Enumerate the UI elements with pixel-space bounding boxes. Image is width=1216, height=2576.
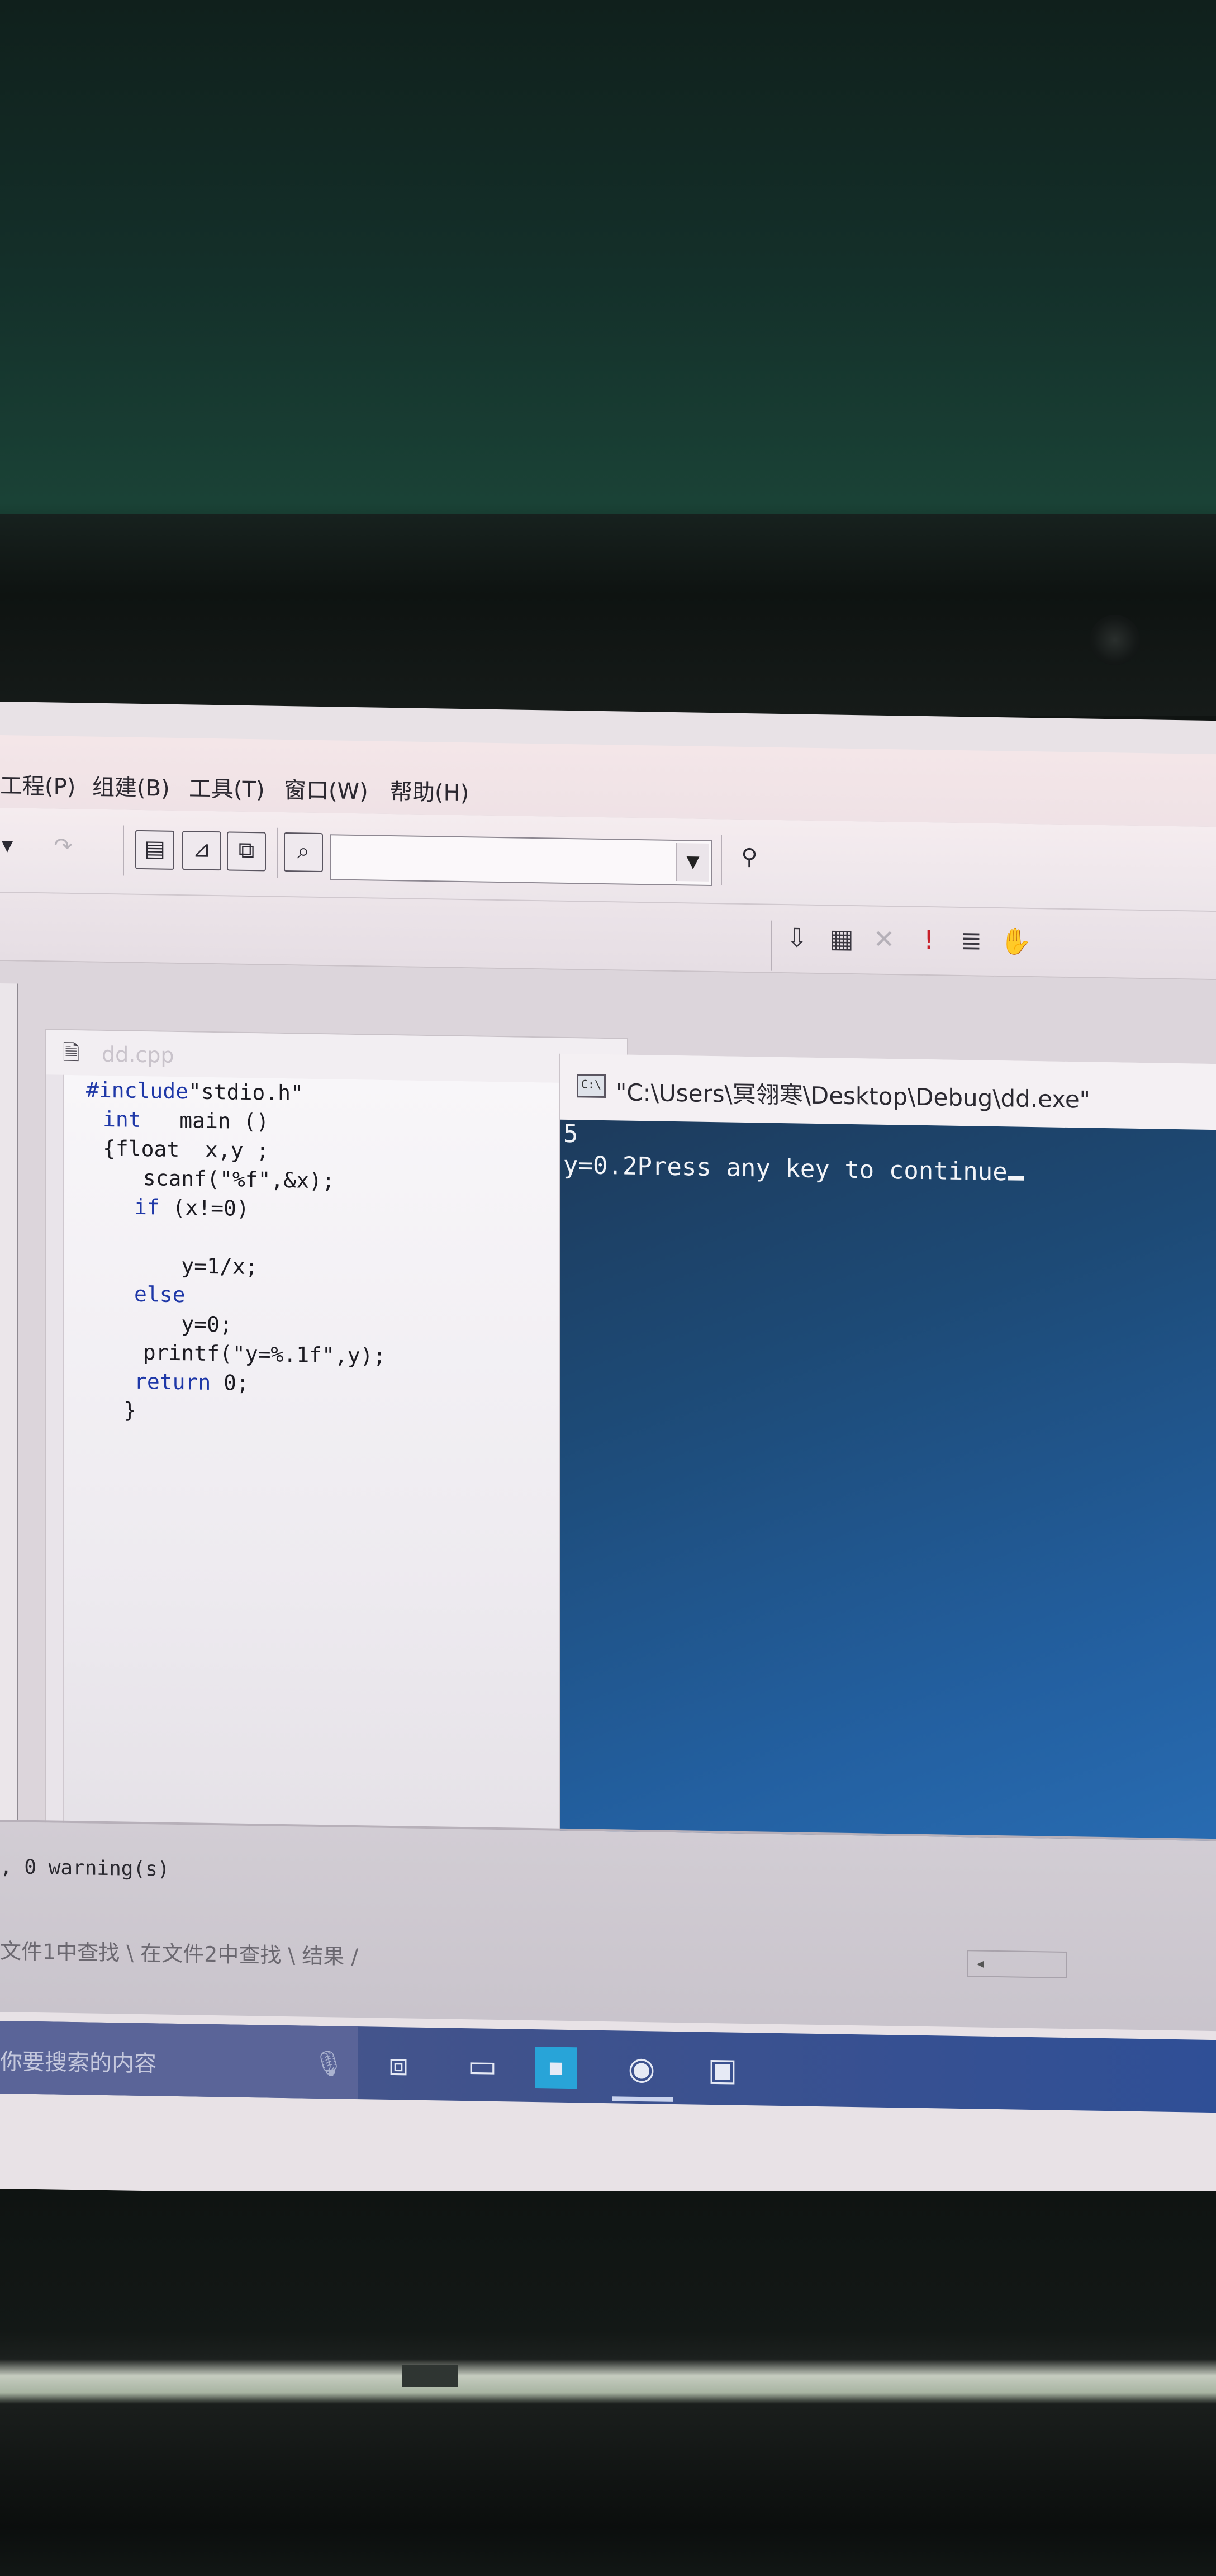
code-text: 0; xyxy=(211,1370,249,1396)
execute-icon[interactable]: ! xyxy=(911,922,947,958)
document-icon: 🗎 xyxy=(63,1040,80,1066)
code-text: (x!=0) xyxy=(159,1195,249,1221)
app-icon[interactable]: ◉ xyxy=(615,2042,668,2096)
workspace-area: 🗎 dd.cpp #include"stdio.h" int main () {… xyxy=(0,961,1216,1936)
console-line: 5 xyxy=(563,1119,578,1149)
find-binoculars-icon[interactable]: ⚲ xyxy=(731,840,768,877)
output-window-icon[interactable]: ⊿ xyxy=(182,831,221,871)
photo-scene: 工程(P) 组建(B) 工具(T) 窗口(W) 帮助(H) ▾ ↷ ▤ ⊿ ⧉ … xyxy=(0,0,1216,2576)
monitor-bottom-bezel xyxy=(0,2191,1216,2576)
task-view-icon[interactable]: ⧈ xyxy=(372,2038,425,2092)
code-line: #include"stdio.h" xyxy=(86,1077,303,1105)
console-titlebar[interactable]: C:\ "C:\Users\冥翎寒\Desktop\Debug\dd.exe" xyxy=(560,1053,1216,1130)
code-text: "stdio.h" xyxy=(188,1079,303,1106)
toolbar-separator xyxy=(277,827,278,878)
toolbar-separator xyxy=(123,825,124,876)
text-cursor xyxy=(1007,1176,1024,1181)
window-list-icon[interactable]: ⧉ xyxy=(227,831,266,872)
toolbar-separator xyxy=(771,920,772,971)
breakpoint-hand-icon[interactable]: ✋ xyxy=(998,923,1034,959)
redo-icon[interactable]: ↷ xyxy=(45,828,82,866)
code-line: return 0; xyxy=(134,1369,249,1395)
find-combo[interactable]: ▼ xyxy=(330,834,712,887)
window-app-icon[interactable]: ▣ xyxy=(696,2043,749,2098)
code-text: {float x,y ; xyxy=(103,1135,269,1163)
store-icon[interactable]: ◼ xyxy=(535,2047,577,2089)
workspace-pane xyxy=(0,983,18,1867)
menu-help[interactable]: 帮助(H) xyxy=(390,774,469,807)
stop-build-icon[interactable]: ✕ xyxy=(866,921,902,957)
chevron-down-icon[interactable]: ▼ xyxy=(676,843,709,882)
console-line-with-cursor: y=0.2Press any key to continue xyxy=(563,1151,1024,1187)
code-text: main () xyxy=(141,1107,269,1134)
console-app-icon: C:\ xyxy=(577,1074,606,1098)
code-text: scanf("%f",&x); xyxy=(117,1165,335,1194)
taskbar-search-placeholder: 你要搜索的内容 xyxy=(0,2049,156,2077)
code-text: } xyxy=(111,1398,136,1423)
code-keyword: if xyxy=(134,1194,160,1220)
code-line: {float x,y ; xyxy=(103,1136,269,1163)
code-keyword: #include xyxy=(86,1077,189,1104)
output-scrollbar[interactable]: ◂ xyxy=(967,1950,1067,1979)
code-text: y=0; xyxy=(117,1310,232,1337)
microphone-icon[interactable]: 🎙 xyxy=(302,2037,355,2091)
editor-window: 🗎 dd.cpp #include"stdio.h" int main () {… xyxy=(45,1029,628,1924)
code-line: y=0; xyxy=(117,1310,232,1337)
code-line: int main () xyxy=(103,1107,269,1134)
console-title: "C:\Users\冥翎寒\Desktop\Debug\dd.exe" xyxy=(616,1078,1090,1114)
code-text: y=1/x; xyxy=(117,1252,258,1280)
build-output-line: , 0 warning(s) xyxy=(0,1855,170,1881)
console-window: C:\ "C:\Users\冥翎寒\Desktop\Debug\dd.exe" … xyxy=(559,1053,1216,1936)
code-text: printf("y=%.1f",y); xyxy=(117,1339,386,1368)
ide-screen: 工程(P) 组建(B) 工具(T) 窗口(W) 帮助(H) ▾ ↷ ▤ ⊿ ⧉ … xyxy=(0,702,1216,2208)
code-line: else xyxy=(134,1282,186,1307)
code-line: } xyxy=(111,1398,136,1423)
code-line: if (x!=0) xyxy=(134,1195,249,1221)
menu-build[interactable]: 组建(B) xyxy=(92,769,170,803)
output-tabs[interactable]: 文件1中查找 \ 在文件2中查找 \ 结果 / xyxy=(0,1934,358,1970)
code-line: scanf("%f",&x); xyxy=(117,1165,335,1193)
code-keyword: else xyxy=(134,1281,186,1308)
undo-dropdown-icon[interactable]: ▾ xyxy=(0,828,26,865)
code-keyword: int xyxy=(103,1106,141,1132)
workspace-window-icon[interactable]: ▤ xyxy=(135,830,174,870)
active-app-indicator xyxy=(612,2096,673,2102)
editor-filename: dd.cpp xyxy=(102,1041,174,1068)
console-line: y=0.2Press any key to continue xyxy=(563,1150,1008,1187)
code-keyword: return xyxy=(134,1368,211,1395)
console-output[interactable]: 5 y=0.2Press any key to continue xyxy=(560,1119,1216,1935)
menu-window[interactable]: 窗口(W) xyxy=(284,772,368,806)
code-line: y=1/x; xyxy=(117,1252,258,1279)
toolbar-separator xyxy=(721,835,722,886)
code-editor[interactable]: #include"stdio.h" int main () {float x,y… xyxy=(63,1074,628,1889)
menu-tools[interactable]: 工具(T) xyxy=(189,770,265,804)
find-in-files-icon[interactable]: ⌕ xyxy=(284,832,323,873)
output-pane: , 0 warning(s) 文件1中查找 \ 在文件2中查找 \ 结果 / ◂ xyxy=(0,1820,1216,2032)
taskbar: 你要搜索的内容 🎙 ⧈ ▭ ◼ ◉ ▣ xyxy=(0,2021,1216,2113)
menu-project[interactable]: 工程(P) xyxy=(0,768,75,801)
file-explorer-icon[interactable]: ▭ xyxy=(455,2039,509,2094)
monitor-top-bezel xyxy=(0,514,1216,716)
go-icon[interactable]: ≣ xyxy=(953,922,989,959)
compile-icon[interactable]: ⇩ xyxy=(779,920,815,956)
monitor-stand xyxy=(402,2365,458,2387)
build-icon[interactable]: ▦ xyxy=(824,920,859,956)
code-line: printf("y=%.1f",y); xyxy=(117,1339,386,1368)
webcam xyxy=(1090,615,1140,665)
